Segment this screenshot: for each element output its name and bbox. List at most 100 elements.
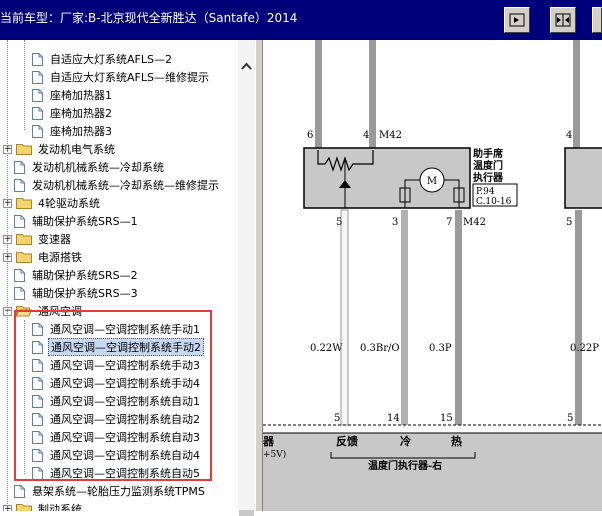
tree-item[interactable]: 悬架系统—轮胎压力监测系统TPMS bbox=[14, 482, 207, 500]
tree-item[interactable]: 座椅加热器3 bbox=[32, 122, 114, 140]
svg-text:P.94: P.94 bbox=[476, 187, 495, 197]
tree-scrollbar[interactable] bbox=[238, 40, 255, 516]
expand-right-button[interactable] bbox=[504, 7, 530, 33]
panel-splitter[interactable] bbox=[255, 40, 263, 511]
svg-text:0.3P: 0.3P bbox=[429, 343, 452, 354]
svg-text:0.22W: 0.22W bbox=[310, 343, 343, 354]
document-icon bbox=[32, 52, 43, 66]
expand-left-button[interactable] bbox=[592, 7, 602, 33]
folder-icon bbox=[16, 252, 32, 263]
svg-text:热: 热 bbox=[451, 434, 462, 448]
tree-item-label: 自适应大灯系统AFLS—维修提示 bbox=[50, 71, 209, 84]
tree-item-label: 悬架系统—轮胎压力监测系统TPMS bbox=[32, 485, 205, 498]
tree-item[interactable]: 发动机机械系统—冷却系统—维修提示 bbox=[14, 176, 221, 194]
svg-text:温度门执行器-右: 温度门执行器-右 bbox=[368, 459, 442, 472]
wire-0.3BrO bbox=[401, 210, 408, 425]
svg-text:0.22P: 0.22P bbox=[570, 343, 599, 354]
module-box bbox=[263, 433, 602, 511]
document-icon bbox=[32, 124, 43, 138]
svg-text:助手席: 助手席 bbox=[473, 147, 503, 160]
svg-text:5: 5 bbox=[334, 413, 340, 424]
tree-item-label: 辅助保护系统SRS—3 bbox=[32, 287, 138, 300]
svg-text:C.10-16: C.10-16 bbox=[476, 197, 512, 207]
tree-item[interactable]: +4轮驱动系统 bbox=[3, 194, 102, 212]
svg-text:5: 5 bbox=[336, 217, 342, 228]
folder-icon bbox=[16, 504, 32, 511]
tree-item[interactable]: + 变速器 bbox=[3, 230, 73, 248]
category-tree: 自适应大灯系统AFLS—2 自适应大灯系统AFLS—维修提示 座椅加热器1 座椅加热器… bbox=[0, 40, 238, 511]
actuator-box-right bbox=[564, 147, 602, 209]
svg-text:M42: M42 bbox=[463, 217, 486, 228]
svg-text:5: 5 bbox=[567, 413, 573, 424]
tree-item-label: 4轮驱动系统 bbox=[38, 197, 100, 210]
tree-item-label: 自适应大灯系统AFLS—2 bbox=[50, 53, 172, 66]
tree-item-label: 座椅加热器2 bbox=[50, 107, 112, 120]
svg-text:7: 7 bbox=[446, 217, 452, 228]
svg-text:4: 4 bbox=[363, 130, 369, 141]
tree-item-label: 变速器 bbox=[38, 233, 71, 246]
folder-icon bbox=[16, 144, 32, 155]
svg-text:5: 5 bbox=[566, 217, 572, 228]
svg-text:执行器: 执行器 bbox=[473, 171, 504, 184]
svg-text:3: 3 bbox=[392, 217, 398, 228]
document-icon bbox=[32, 88, 43, 102]
panel-right-icon bbox=[509, 13, 525, 27]
tree-item[interactable]: 辅助保护系统SRS—1 bbox=[14, 212, 140, 230]
document-icon bbox=[32, 70, 43, 84]
tree-item[interactable]: + 制动系统 bbox=[3, 500, 84, 511]
tree-item[interactable]: 自适应大灯系统AFLS—2 bbox=[32, 50, 174, 68]
wiring-diagram: M 6 4 M42 4 助手席 温度门 执行器 P.94 C.10-16 5 3… bbox=[263, 40, 602, 511]
svg-text:温度门: 温度门 bbox=[473, 159, 503, 172]
tree-item-label: 辅助保护系统SRS—1 bbox=[32, 215, 138, 228]
document-icon bbox=[32, 106, 43, 120]
wire-0.3P bbox=[455, 210, 462, 425]
tree-item-label: 辅助保护系统SRS—2 bbox=[32, 269, 138, 282]
split-icon bbox=[555, 13, 571, 27]
svg-text:+5V): +5V) bbox=[263, 449, 286, 460]
tree-item[interactable]: 辅助保护系统SRS—3 bbox=[14, 284, 140, 302]
wire-0.22W bbox=[340, 209, 349, 426]
svg-text:14: 14 bbox=[387, 413, 400, 424]
wire-pin6 bbox=[315, 40, 322, 148]
svg-text:反馈: 反馈 bbox=[336, 434, 358, 448]
document-icon bbox=[14, 268, 25, 282]
scroll-up-icon[interactable] bbox=[241, 62, 252, 70]
motor-symbol: M bbox=[427, 176, 437, 187]
tree-guide-line bbox=[7, 40, 8, 510]
tree-guide-line bbox=[24, 40, 25, 130]
tree-item-label: 座椅加热器3 bbox=[50, 125, 112, 138]
highlight-box bbox=[14, 310, 212, 481]
folder-icon bbox=[16, 198, 32, 209]
tree-item[interactable]: + 发动机电气系统 bbox=[3, 140, 117, 158]
tree-item-label: 发动机机械系统—冷却系统—维修提示 bbox=[32, 179, 219, 192]
tree-item[interactable]: 发动机机械系统—冷却系统 bbox=[14, 158, 166, 176]
actuator-box bbox=[303, 147, 471, 209]
tree-item-label: 座椅加热器1 bbox=[50, 89, 112, 102]
svg-text:6: 6 bbox=[307, 130, 313, 141]
document-icon bbox=[14, 286, 25, 300]
document-icon bbox=[14, 214, 25, 228]
folder-icon bbox=[16, 234, 32, 245]
svg-text:4: 4 bbox=[566, 130, 572, 141]
tree-item-label: 电源搭铁 bbox=[38, 251, 82, 264]
split-view-button[interactable] bbox=[550, 7, 576, 33]
tree-item[interactable]: 座椅加热器1 bbox=[32, 86, 114, 104]
svg-text:0.3Br/O: 0.3Br/O bbox=[360, 343, 400, 354]
tree-item-label: 制动系统 bbox=[38, 503, 82, 511]
wire-0.22P bbox=[575, 210, 582, 425]
tree-item[interactable]: 座椅加热器2 bbox=[32, 104, 114, 122]
document-icon bbox=[14, 484, 25, 498]
wire-pin4 bbox=[369, 40, 376, 148]
svg-text:冷: 冷 bbox=[400, 434, 411, 448]
document-icon bbox=[14, 178, 25, 192]
svg-text:M42: M42 bbox=[379, 130, 402, 141]
wire-pin4-right bbox=[573, 40, 580, 148]
tree-item[interactable]: 辅助保护系统SRS—2 bbox=[14, 266, 140, 284]
window-title: 当前车型：厂家:B-北京现代全新胜达（Santafe）2014 bbox=[0, 11, 298, 25]
tree-item[interactable]: + 电源搭铁 bbox=[3, 248, 84, 266]
svg-text:器: 器 bbox=[263, 435, 275, 448]
document-icon bbox=[14, 160, 25, 174]
tree-item-label: 发动机机械系统—冷却系统 bbox=[32, 161, 164, 174]
tree-item[interactable]: 自适应大灯系统AFLS—维修提示 bbox=[32, 68, 211, 86]
title-bar: 当前车型：厂家:B-北京现代全新胜达（Santafe）2014 bbox=[0, 0, 602, 40]
